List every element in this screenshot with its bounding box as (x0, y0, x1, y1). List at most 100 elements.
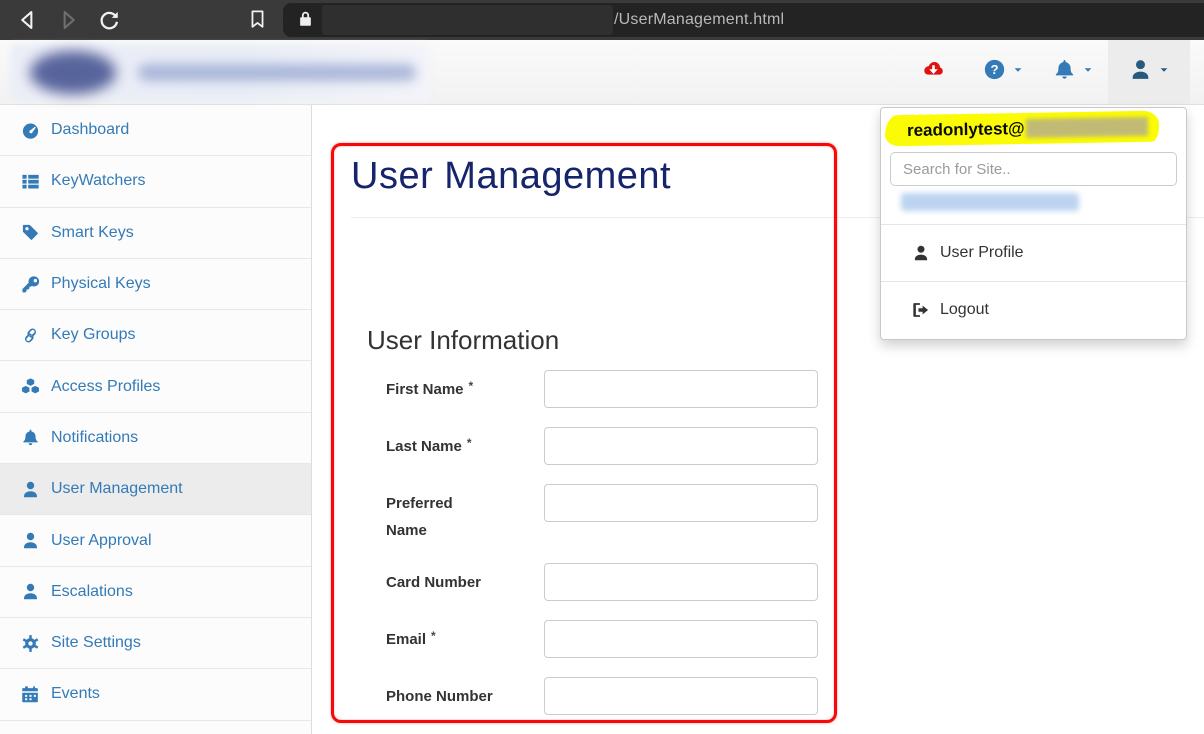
caret-down-icon (1158, 63, 1170, 81)
form-row-phone-number: Phone Number (386, 677, 818, 715)
logo-text (138, 64, 416, 81)
redacted-url-segment (322, 5, 613, 35)
preferred-name-input[interactable] (544, 484, 818, 522)
sidebar-item-user-approval[interactable]: User Approval (0, 515, 311, 566)
sidebar-item-keywatchers[interactable]: KeyWatchers (0, 156, 311, 207)
sidebar-item-label: KeyWatchers (51, 172, 146, 190)
sidebar-nav: Dashboard KeyWatchers Smart Keys Physical K… (0, 105, 312, 734)
cog-icon (21, 634, 40, 653)
first-name-label: First Name* (386, 370, 544, 404)
first-name-input[interactable] (544, 370, 818, 408)
phone-number-input[interactable] (544, 677, 818, 715)
user-menu-button[interactable] (1108, 40, 1190, 104)
account-email-row: readonlytest@ (881, 108, 1186, 151)
sidebar-item-label: Escalations (51, 583, 133, 601)
form-row-email: Email* (386, 620, 818, 658)
sidebar-item-label: Key Groups (51, 326, 135, 344)
menu-item-label: User Profile (940, 244, 1024, 262)
sidebar-item-site-settings[interactable]: Site Settings (0, 618, 311, 669)
user-icon (21, 582, 40, 601)
required-asterisk: * (431, 629, 436, 643)
sidebar-item-access-profiles[interactable]: Access Profiles (0, 361, 311, 412)
form-row-last-name: Last Name* (386, 427, 818, 465)
logo-mark (30, 51, 116, 94)
user-information-form: First Name* Last Name* Preferred Name Card … (386, 370, 818, 734)
redacted-email-domain (1026, 117, 1148, 138)
forward-icon[interactable] (56, 8, 80, 32)
bell-icon (1053, 58, 1076, 86)
cloud-download-icon (922, 58, 945, 86)
page-title: User Management (351, 155, 671, 198)
sidebar-item-events[interactable]: Events (0, 669, 311, 720)
tachometer-icon (21, 121, 40, 140)
key-icon (21, 275, 40, 294)
email-input[interactable] (544, 620, 818, 658)
tag-icon (21, 223, 40, 242)
card-number-input[interactable] (544, 563, 818, 601)
notifications-button[interactable] (1038, 40, 1108, 104)
menu-item-logout[interactable]: Logout (881, 282, 1186, 338)
sidebar-item-physical-keys[interactable]: Physical Keys (0, 259, 311, 310)
caret-down-icon (1082, 63, 1094, 81)
header-actions: ? (898, 40, 1204, 104)
caret-down-icon (1012, 63, 1024, 81)
sidebar-item-label: Site Settings (51, 634, 141, 652)
address-bar[interactable]: /UserManagement.html (283, 3, 1204, 37)
highlight-marker: readonlytest@ (885, 111, 1159, 147)
calendar-icon (21, 685, 40, 704)
preferred-name-label: Preferred Name (386, 484, 544, 544)
user-icon (912, 244, 930, 262)
sidebar-item-label: Notifications (51, 429, 138, 447)
th-list-icon (21, 172, 40, 191)
menu-item-user-profile[interactable]: User Profile (881, 225, 1186, 281)
chain-icon (21, 326, 40, 345)
browser-toolbar: /UserManagement.html (0, 0, 1204, 40)
required-asterisk: * (469, 379, 474, 393)
svg-text:?: ? (990, 62, 998, 77)
card-number-label: Card Number (386, 563, 544, 596)
sidebar-item-label: User Approval (51, 532, 152, 550)
sidebar-item-label: Access Profiles (51, 378, 160, 396)
reload-icon[interactable] (97, 8, 121, 32)
user-icon (1129, 58, 1152, 86)
sidebar-item-label: Physical Keys (51, 275, 151, 293)
user-icon (21, 480, 40, 499)
form-row-preferred-name: Preferred Name (386, 484, 818, 544)
sign-out-icon (912, 301, 930, 319)
form-row-first-name: First Name* (386, 370, 818, 408)
sidebar-item-smart-keys[interactable]: Smart Keys (0, 208, 311, 259)
user-icon (21, 531, 40, 550)
menu-item-label: Logout (940, 301, 989, 319)
download-button[interactable] (898, 40, 968, 104)
sidebar-item-key-groups[interactable]: Key Groups (0, 310, 311, 361)
form-row-card-number: Card Number (386, 563, 818, 601)
question-circle-icon: ? (983, 58, 1006, 86)
sidebar-item-label: Events (51, 685, 100, 703)
help-button[interactable]: ? (968, 40, 1038, 104)
account-email: readonlytest@ (907, 118, 1025, 140)
redacted-site-name (901, 193, 1079, 211)
last-name-input[interactable] (544, 427, 818, 465)
app-header: ? (0, 40, 1204, 105)
sidebar-item-label: User Management (51, 480, 183, 498)
redacted-app-logo (10, 44, 430, 101)
required-asterisk: * (467, 436, 472, 450)
bookmark-icon[interactable] (247, 9, 268, 30)
sidebar-item-notifications[interactable]: Notifications (0, 413, 311, 464)
cubes-icon (21, 377, 40, 396)
menu-items: User Profile Logout (881, 224, 1186, 338)
user-dropdown-menu: readonlytest@ User Profile Logout (880, 107, 1187, 340)
email-label: Email* (386, 620, 544, 654)
sidebar-item-label: Smart Keys (51, 224, 134, 242)
phone-number-label: Phone Number (386, 677, 544, 710)
sidebar-item-user-management[interactable]: User Management (0, 464, 311, 515)
sidebar-item-label: Dashboard (51, 121, 129, 139)
back-icon[interactable] (16, 8, 40, 32)
url-text: /UserManagement.html (614, 3, 784, 37)
sidebar-item-dashboard[interactable]: Dashboard (0, 105, 311, 156)
sidebar-item-escalations[interactable]: Escalations (0, 567, 311, 618)
lock-icon (295, 9, 316, 30)
section-title: User Information (367, 325, 559, 356)
site-search-input[interactable] (890, 152, 1177, 186)
bell-icon (21, 428, 40, 447)
